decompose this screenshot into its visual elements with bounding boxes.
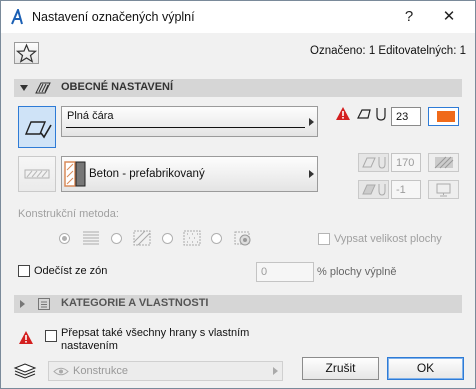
fill-pen-field[interactable]: 170 [391, 153, 421, 172]
expand-arrow-icon [20, 300, 25, 308]
background-pen-icon-button [358, 180, 389, 199]
ok-button[interactable]: OK [387, 357, 464, 380]
concrete-fill-icon [64, 161, 86, 187]
title-bar: Nastavení označených výplní ? ✕ [1, 1, 475, 33]
image-pattern-icon [234, 231, 251, 246]
line-type-arrow-icon [309, 118, 314, 126]
show-area-checkbox[interactable] [318, 233, 330, 245]
override-warning-icon [19, 331, 33, 344]
properties-list-icon [38, 298, 50, 310]
line-preview [66, 127, 305, 128]
method-radio-solid[interactable] [59, 233, 70, 244]
override-edges-label: Přepsat také všechny hrany s vlastním na… [61, 327, 250, 352]
fill-contour-toggle[interactable] [18, 106, 56, 148]
line-type-label: Plná čára [67, 110, 114, 122]
show-area-label: Vypsat velikost plochy [334, 233, 442, 245]
fill-pen-icon-button [358, 153, 389, 172]
dots-pattern-icon [183, 230, 201, 246]
window-title: Nastavení označených výplní [32, 10, 195, 24]
collapse-arrow-icon [20, 85, 28, 91]
fill-type-arrow-icon [309, 170, 314, 178]
general-settings-title: OBECNÉ NASTAVENÍ [61, 81, 174, 93]
fill-contour-icon [24, 121, 52, 139]
layer-label: Konstrukce [73, 365, 129, 377]
fill-pen-icon [362, 157, 386, 169]
eye-icon [53, 367, 69, 376]
layer-selector[interactable]: Konstrukce [48, 361, 283, 381]
monitor-icon [436, 183, 451, 197]
override-edges-checkbox[interactable] [45, 330, 57, 342]
subtract-zones-unit-label: % plochy výplně [317, 266, 397, 278]
cancel-button[interactable]: Zrušit [302, 357, 379, 380]
category-properties-title: KATEGORIE A VLASTNOSTI [61, 297, 209, 309]
subtract-zones-percent-field[interactable]: 0 [256, 262, 314, 282]
method-radio-image[interactable] [211, 233, 222, 244]
hatch-swatch-icon [434, 156, 454, 169]
hatch-pattern-icon [133, 230, 151, 246]
fill-background-icon [24, 169, 50, 179]
subtract-zones-label: Odečíst ze zón [34, 265, 108, 277]
background-pen-field[interactable]: -1 [391, 180, 421, 199]
layers-icon [13, 363, 37, 379]
close-button[interactable]: ✕ [435, 7, 463, 27]
method-radio-hatch[interactable] [111, 233, 122, 244]
fill-settings-icon [35, 82, 51, 94]
fill-type-selector[interactable]: Beton - prefabrikovaný [61, 156, 318, 192]
contour-pen-color-button[interactable] [428, 107, 459, 126]
contour-pen-field[interactable]: 23 [391, 107, 421, 126]
fill-background-toggle[interactable] [18, 156, 56, 192]
contour-pen-icon [357, 108, 386, 121]
archicad-logo-icon [11, 9, 23, 25]
construction-method-label: Konstrukční metoda: [18, 208, 119, 220]
method-radio-dots[interactable] [162, 233, 173, 244]
layer-arrow-icon [273, 367, 278, 375]
pen-color-swatch [437, 111, 455, 122]
dialog: Nastavení označených výplní ? ✕ Označeno… [0, 0, 476, 389]
help-button[interactable]: ? [395, 7, 423, 27]
warning-icon [336, 107, 350, 120]
lines-pattern-icon [83, 231, 99, 245]
fill-type-label: Beton - prefabrikovaný [89, 168, 205, 180]
line-type-selector[interactable]: Plná čára [61, 106, 318, 137]
subtract-zones-checkbox[interactable] [18, 265, 30, 277]
favorites-button[interactable] [14, 42, 39, 64]
general-settings-header[interactable]: OBECNÉ NASTAVENÍ [14, 79, 462, 97]
background-pen-icon [362, 184, 386, 196]
background-pen-color-button[interactable] [428, 180, 459, 199]
selection-info: Označeno: 1 Editovatelných: 1 [310, 45, 466, 57]
category-properties-header[interactable]: KATEGORIE A VLASTNOSTI [14, 295, 462, 313]
star-icon [15, 43, 38, 63]
fill-pen-color-button[interactable] [428, 153, 459, 172]
